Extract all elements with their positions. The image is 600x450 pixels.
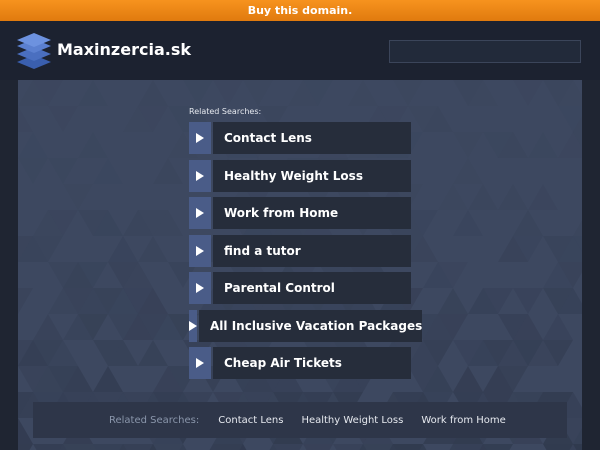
arrow-box (189, 159, 211, 192)
background-triangle (138, 80, 168, 106)
background-triangle (213, 80, 243, 106)
background-triangle (363, 444, 393, 450)
background-triangle (108, 236, 138, 262)
buy-domain-banner[interactable]: Buy this domain. (0, 0, 600, 21)
related-link-label[interactable]: find a tutor (213, 234, 411, 267)
background-triangle (393, 80, 423, 106)
background-triangle (513, 288, 543, 314)
related-link-label[interactable]: Parental Control (213, 272, 411, 304)
play-arrow-icon (196, 283, 204, 293)
background-triangle (18, 106, 33, 132)
background-triangle (453, 158, 483, 184)
related-link-cheap-air-tickets[interactable]: Cheap Air Tickets (189, 347, 411, 379)
background-triangle (333, 444, 363, 450)
related-link-vacation-packages[interactable]: All Inclusive Vacation Packages (189, 309, 423, 342)
background-triangle (138, 236, 168, 262)
background-triangle (33, 444, 63, 450)
related-link-label[interactable]: Contact Lens (213, 122, 411, 154)
background-triangle (543, 314, 573, 340)
background-triangle (93, 444, 123, 450)
background-triangle (63, 444, 93, 450)
background-triangle (453, 366, 483, 392)
background-triangle (303, 444, 333, 450)
background-triangle (453, 132, 483, 158)
background-triangle (18, 132, 48, 158)
background-triangle (483, 444, 513, 450)
background-triangle (153, 444, 183, 450)
arrow-box (189, 272, 211, 304)
background-triangle (243, 80, 273, 106)
related-link-label[interactable]: Work from Home (213, 197, 411, 229)
arrow-box (189, 309, 197, 342)
related-link-parental-control[interactable]: Parental Control (189, 272, 411, 304)
background-triangle (18, 418, 33, 444)
background-triangle (438, 288, 468, 314)
search-input[interactable] (389, 40, 581, 63)
footer-link-healthy-weight-loss[interactable]: Healthy Weight Loss (301, 415, 403, 426)
background-triangle (138, 340, 168, 366)
stacked-layers-icon (17, 33, 51, 69)
site-name: Maxinzercia.sk (57, 40, 191, 59)
background-triangle (438, 184, 468, 210)
related-link-label[interactable]: Healthy Weight Loss (213, 159, 411, 192)
background-triangle (93, 158, 123, 184)
background-triangle (213, 444, 243, 450)
arrow-box (189, 122, 211, 154)
background-triangle (78, 80, 108, 106)
related-searches-title: Related Searches: (189, 107, 262, 116)
related-link-find-a-tutor[interactable]: find a tutor (189, 234, 411, 267)
play-arrow-icon (189, 320, 197, 331)
background-triangle (18, 158, 48, 184)
background-triangle (18, 288, 33, 314)
arrow-box (189, 347, 211, 379)
arrow-box (189, 234, 211, 267)
play-arrow-icon (196, 170, 204, 181)
background-triangle (573, 220, 582, 236)
background-triangle (153, 158, 183, 184)
buy-domain-link[interactable]: Buy this domain. (248, 4, 353, 17)
background-triangle (33, 314, 63, 340)
background-triangle (528, 132, 558, 158)
related-link-healthy-weight-loss[interactable]: Healthy Weight Loss (189, 159, 411, 192)
related-links-list: Contact Lens Healthy Weight Loss Work fr… (189, 122, 423, 385)
background-triangle (528, 184, 558, 210)
background-triangle (543, 444, 573, 450)
background-triangle (468, 184, 498, 210)
background-triangle (513, 210, 543, 236)
footer-link-work-from-home[interactable]: Work from Home (421, 415, 505, 426)
background-triangle (183, 80, 213, 106)
related-link-work-from-home[interactable]: Work from Home (189, 197, 411, 229)
background-triangle (123, 444, 153, 450)
related-link-label[interactable]: All Inclusive Vacation Packages (199, 309, 423, 342)
background-triangle (78, 132, 108, 158)
site-header: Maxinzercia.sk (0, 21, 600, 80)
background-triangle (348, 80, 378, 106)
play-arrow-icon (196, 358, 204, 368)
related-link-contact-lens[interactable]: Contact Lens (189, 122, 411, 154)
background-triangle (48, 106, 78, 132)
background-triangle (513, 80, 543, 106)
background-triangle (393, 444, 423, 450)
background-triangle (273, 444, 303, 450)
footer-related-bar: Related Searches: Contact Lens Healthy W… (33, 402, 567, 438)
play-arrow-icon (196, 133, 204, 143)
main-content: Related Searches: Contact Lens Healthy W… (18, 80, 582, 450)
background-triangle (93, 366, 123, 392)
play-arrow-icon (196, 208, 204, 218)
background-triangle (63, 184, 93, 210)
background-triangle (18, 444, 33, 450)
background-triangle (48, 158, 78, 184)
background-triangle (498, 184, 528, 210)
footer-related-label: Related Searches: (109, 414, 200, 426)
background-triangle (453, 444, 483, 450)
play-arrow-icon (196, 245, 204, 256)
background-triangle (453, 210, 483, 236)
arrow-box (189, 197, 211, 229)
footer-link-contact-lens[interactable]: Contact Lens (218, 415, 283, 426)
related-link-label[interactable]: Cheap Air Tickets (213, 347, 411, 379)
